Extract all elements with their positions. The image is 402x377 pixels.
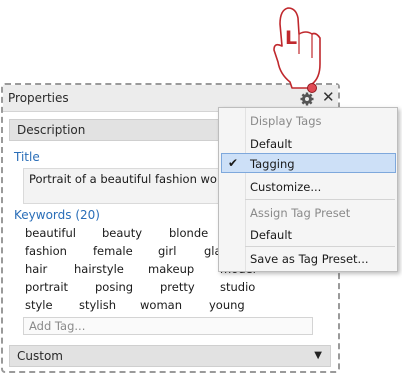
menu-item-default-preset[interactable]: Default [250, 228, 292, 242]
keyword-tag[interactable]: beauty [102, 226, 142, 240]
keyword-tag[interactable]: portrait [25, 280, 68, 294]
keyword-tag[interactable]: studio [220, 280, 255, 294]
chevron-down-icon: ▼ [314, 350, 322, 361]
menu-header-display-tags: Display Tags [250, 114, 322, 128]
keyword-tag[interactable]: pretty [160, 280, 195, 294]
keyword-tag[interactable]: stylish [79, 298, 116, 312]
keyword-tag[interactable]: hairstyle [74, 262, 124, 276]
keyword-tag[interactable]: girl [158, 244, 176, 258]
cursor-badge-letter: L [285, 27, 297, 49]
hand-cursor-icon: L [273, 7, 321, 93]
keyword-tag[interactable]: makeup [148, 262, 194, 276]
keyword-tag[interactable]: style [25, 298, 53, 312]
keywords-label: Keywords (20) [14, 208, 100, 222]
custom-section-label: Custom [17, 349, 63, 363]
add-tag-field[interactable] [23, 317, 313, 335]
checkmark-icon: ✔ [228, 156, 239, 170]
title-label: Title [14, 150, 40, 164]
keyword-tag[interactable]: female [93, 244, 133, 258]
keyword-tag[interactable]: blonde [169, 226, 208, 240]
menu-item-customize[interactable]: Customize... [250, 180, 321, 194]
keyword-tag[interactable]: woman [140, 298, 182, 312]
custom-section-header[interactable]: Custom ▼ [9, 345, 331, 367]
keyword-tag[interactable]: beautiful [25, 226, 76, 240]
menu-header-assign-preset: Assign Tag Preset [250, 206, 351, 220]
menu-item-tagging[interactable]: Tagging [250, 157, 295, 171]
menu-separator [245, 199, 395, 200]
panel-title: Properties [8, 91, 69, 105]
menu-separator [245, 246, 395, 247]
keyword-tag[interactable]: posing [95, 280, 133, 294]
menu-item-default[interactable]: Default [250, 137, 292, 151]
add-tag-input[interactable] [24, 318, 309, 334]
keyword-tag[interactable]: hair [25, 262, 47, 276]
menu-item-save-tag-preset[interactable]: Save as Tag Preset... [250, 252, 369, 266]
keyword-tag[interactable]: young [209, 298, 245, 312]
keyword-tag[interactable]: fashion [25, 244, 67, 258]
description-section-label: Description [17, 123, 86, 137]
tag-display-menu: Display Tags Default ✔ Tagging Customize… [218, 107, 398, 272]
menu-item-tagging-highlight[interactable] [221, 153, 396, 173]
